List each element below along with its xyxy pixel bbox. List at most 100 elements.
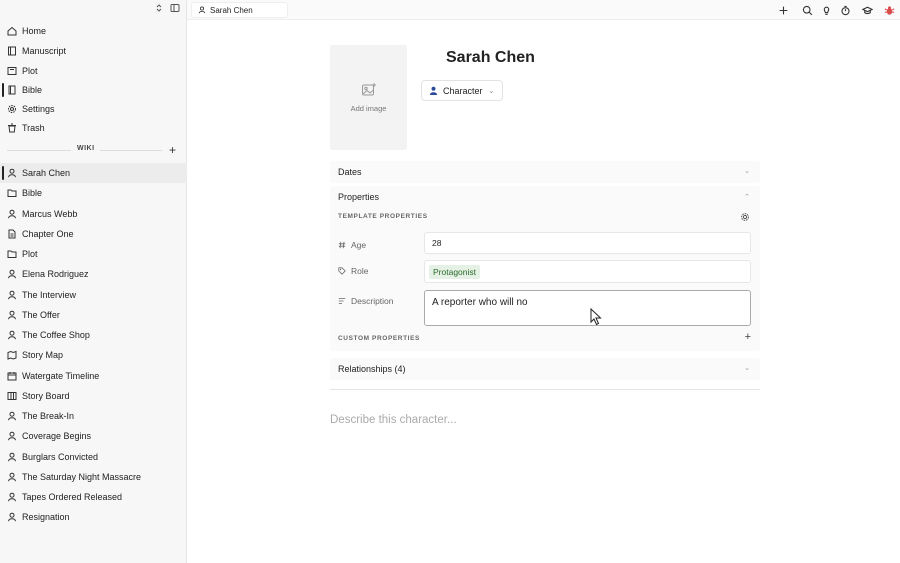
search-icon[interactable] <box>801 4 813 16</box>
tab-label: Sarah Chen <box>210 5 253 15</box>
age-field[interactable]: 28 <box>424 232 751 254</box>
relationships-section[interactable]: Relationships (4) ⌄ <box>330 358 760 380</box>
wiki-item-tapes-ordered-released[interactable]: Tapes Ordered Released <box>0 487 187 507</box>
wiki-item-elena-rodriguez[interactable]: Elena Rodriguez <box>0 264 187 284</box>
text-lines-icon <box>338 298 346 304</box>
sidebar-item-label: Chapter One <box>22 228 74 239</box>
editor-body[interactable]: Describe this character... <box>330 414 457 426</box>
chevron-down-icon: ⌄ <box>744 168 750 175</box>
calendar-icon <box>7 371 17 381</box>
home-icon <box>7 26 17 36</box>
wiki-item-burglars-convicted[interactable]: Burglars Convicted <box>0 447 187 467</box>
wiki-item-watergate-timeline[interactable]: Watergate Timeline <box>0 366 187 386</box>
main-content: Add image Sarah Chen Character ⌄ Dates ⌄… <box>190 21 900 563</box>
sidebar-item-settings[interactable]: Settings <box>0 99 187 119</box>
bug-icon[interactable] <box>883 4 895 16</box>
sidebar-item-label: Home <box>22 26 47 36</box>
sidebar-item-label: Trash <box>22 123 45 133</box>
description-field[interactable]: A reporter who will no <box>424 290 751 326</box>
sidebar-item-label: Plot <box>22 66 38 76</box>
type-label: Character <box>443 85 483 96</box>
wiki-item-story-board[interactable]: Story Board <box>0 386 187 406</box>
sidebar-item-trash[interactable]: Trash <box>0 118 187 138</box>
person-icon <box>7 330 17 340</box>
mouse-cursor-icon <box>590 308 602 326</box>
add-wiki-page-icon[interactable]: + <box>169 143 176 157</box>
board-icon <box>7 391 17 401</box>
add-property-icon[interactable]: + <box>745 331 751 343</box>
add-image-button[interactable]: Add image <box>330 45 407 150</box>
type-selector[interactable]: Character ⌄ <box>421 80 503 101</box>
person-icon <box>7 512 17 522</box>
sidebar-item-manuscript[interactable]: Manuscript <box>0 41 187 61</box>
folder-icon <box>7 249 17 259</box>
wiki-item-bible[interactable]: Bible <box>0 183 187 203</box>
relationships-label: Relationships (4) <box>338 364 406 374</box>
sidebar-item-label: Bible <box>22 85 43 95</box>
trash-icon <box>7 123 17 133</box>
dates-header[interactable]: Dates ⌄ <box>330 161 760 183</box>
wiki-item-chapter-one[interactable]: Chapter One <box>0 224 187 244</box>
wiki-item-the-interview[interactable]: The Interview <box>0 285 187 305</box>
tag-icon <box>338 267 346 275</box>
wiki-item-the-offer[interactable]: The Offer <box>0 305 187 325</box>
role-field[interactable]: Protagonist <box>424 260 751 283</box>
timer-icon[interactable] <box>839 4 851 16</box>
sidebar-item-plot[interactable]: Plot <box>0 61 187 81</box>
description-label: Description <box>351 296 394 306</box>
relationships-header[interactable]: Relationships (4) ⌄ <box>330 358 760 380</box>
age-label: Age <box>351 240 367 250</box>
wiki-item-story-map[interactable]: Story Map <box>0 345 187 365</box>
template-properties-label: TEMPLATE PROPERTIES <box>338 213 428 220</box>
gear-icon[interactable] <box>740 212 750 222</box>
wiki-item-the-coffee-shop[interactable]: The Coffee Shop <box>0 325 187 345</box>
page-title[interactable]: Sarah Chen <box>446 49 535 67</box>
wiki-item-resignation[interactable]: Resignation <box>0 507 187 527</box>
wiki-item-plot[interactable]: Plot <box>0 244 187 264</box>
character-icon <box>429 86 438 95</box>
chevron-up-icon: ⌃ <box>744 194 750 201</box>
role-tag[interactable]: Protagonist <box>429 264 480 279</box>
age-property-label: Age <box>338 240 366 250</box>
sidebar-item-label: The Offer <box>22 309 60 320</box>
wiki-item-the-break-in[interactable]: The Break-In <box>0 406 187 426</box>
person-icon <box>7 269 17 279</box>
chevron-down-icon: ⌄ <box>744 365 750 372</box>
sort-toggle-icon[interactable] <box>152 3 166 17</box>
wiki-item-sarah-chen[interactable]: Sarah Chen <box>0 163 187 183</box>
person-icon <box>7 472 17 482</box>
divider <box>330 389 760 390</box>
new-tab-icon[interactable] <box>777 4 789 16</box>
sidebar-item-label: Tapes Ordered Released <box>22 492 123 502</box>
graduation-cap-icon[interactable] <box>861 4 873 16</box>
folder-icon <box>7 188 17 198</box>
wiki-item-the-saturday-night-massacre[interactable]: The Saturday Night Massacre <box>0 467 187 487</box>
sidebar-item-label: Burglars Convicted <box>22 451 99 462</box>
image-add-icon <box>361 83 376 96</box>
person-icon <box>7 411 17 421</box>
sidebar-item-label: The Saturday Night Massacre <box>22 471 142 482</box>
wiki-item-marcus-webb[interactable]: Marcus Webb <box>0 204 187 224</box>
sidebar-collapse-icon[interactable] <box>168 3 182 17</box>
person-icon <box>198 6 206 14</box>
add-image-label: Add image <box>350 104 387 113</box>
dates-section[interactable]: Dates ⌄ <box>330 161 760 183</box>
sidebar-item-bible[interactable]: Bible <box>0 80 187 100</box>
sidebar-item-label: Resignation <box>22 512 70 523</box>
wiki-item-coverage-begins[interactable]: Coverage Begins <box>0 426 187 446</box>
chevron-down-icon: ⌄ <box>488 87 495 95</box>
person-icon <box>7 431 17 441</box>
wiki-label: WIKI <box>77 145 95 152</box>
person-icon <box>7 492 17 502</box>
tab-sarah-chen[interactable]: Sarah Chen <box>191 2 288 18</box>
person-icon <box>7 310 17 320</box>
properties-header[interactable]: Properties ⌃ <box>330 186 760 208</box>
properties-label: Properties <box>338 192 380 202</box>
sidebar-item-label: Marcus Webb <box>22 208 78 219</box>
sidebar-item-home[interactable]: Home <box>0 21 187 41</box>
sidebar-top-controls <box>0 0 186 20</box>
lightbulb-icon[interactable] <box>820 4 832 16</box>
person-icon <box>7 290 17 300</box>
person-icon <box>7 452 17 462</box>
wiki-section-header: WIKI + <box>0 143 187 157</box>
